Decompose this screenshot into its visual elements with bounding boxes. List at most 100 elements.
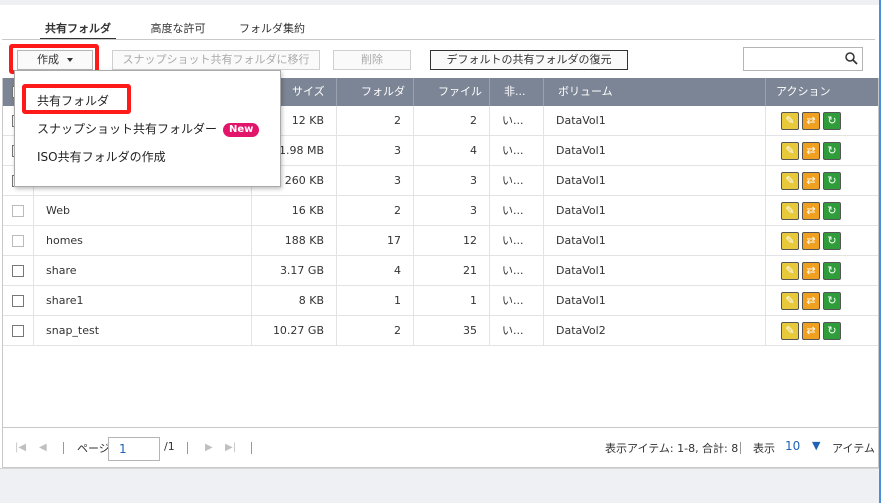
row-select-cell[interactable] (3, 316, 33, 346)
permission-icon[interactable]: ⇄ (802, 262, 820, 280)
row-actions: ✎ ⇄ ↻ (765, 316, 878, 346)
cell-volume: DataVol1 (543, 136, 765, 166)
show-label: 表示 (753, 442, 775, 455)
row-actions: ✎ ⇄ ↻ (765, 106, 878, 136)
cell-hidden: い... (489, 106, 543, 136)
row-checkbox[interactable] (12, 265, 24, 277)
refresh-icon[interactable]: ↻ (823, 262, 841, 280)
cell-folders: 2 (336, 316, 413, 346)
pager-separator (251, 442, 252, 454)
edit-icon[interactable]: ✎ (781, 292, 799, 310)
cell-files: 21 (413, 256, 489, 286)
table-row[interactable]: homes 188 KB 17 12 い... DataVol1 ✎ ⇄ ↻ (3, 226, 878, 256)
row-checkbox[interactable] (12, 205, 24, 217)
edit-icon[interactable]: ✎ (781, 232, 799, 250)
cell-folders: 2 (336, 106, 413, 136)
menu-item-snapshot-shared-folder[interactable]: スナップショット共有フォルダー New (15, 115, 280, 143)
first-page-icon[interactable]: |◀ (15, 442, 26, 453)
row-actions: ✎ ⇄ ↻ (765, 196, 878, 226)
items-info: 表示アイテム: 1-8, 合計: 8 (605, 442, 739, 455)
cell-files: 2 (413, 106, 489, 136)
table-row[interactable]: share 3.17 GB 4 21 い... DataVol1 ✎ ⇄ ↻ (3, 256, 878, 286)
prev-page-icon[interactable]: ◀ (39, 442, 47, 453)
search-input[interactable] (743, 47, 863, 71)
cell-folders: 3 (336, 136, 413, 166)
items-label: アイテム (832, 442, 875, 455)
edit-icon[interactable]: ✎ (781, 142, 799, 160)
row-select-cell[interactable] (3, 286, 33, 316)
edit-icon[interactable]: ✎ (781, 202, 799, 220)
search-icon[interactable] (844, 51, 858, 65)
row-checkbox[interactable] (12, 295, 24, 307)
table-row[interactable]: Web 16 KB 2 3 い... DataVol1 ✎ ⇄ ↻ (3, 196, 878, 226)
menu-item-snapshot-label: スナップショット共有フォルダー (37, 122, 218, 136)
permission-icon[interactable]: ⇄ (802, 202, 820, 220)
cell-files: 3 (413, 196, 489, 226)
next-page-icon[interactable]: ▶ (205, 442, 213, 453)
header-volume[interactable]: ボリューム (543, 78, 765, 106)
cell-folders: 2 (336, 196, 413, 226)
last-page-icon[interactable]: ▶| (225, 442, 236, 453)
edit-icon[interactable]: ✎ (781, 322, 799, 340)
cell-volume: DataVol2 (543, 316, 765, 346)
row-select-cell[interactable] (3, 226, 33, 256)
menu-item-shared-folder[interactable]: 共有フォルダ (15, 87, 280, 115)
page-total: /1 (164, 440, 175, 453)
create-dropdown-menu: 共有フォルダ スナップショット共有フォルダー New ISO共有フォルダの作成 (14, 70, 281, 187)
per-page-dropdown-icon[interactable]: ▼ (812, 439, 820, 452)
row-select-cell[interactable] (3, 196, 33, 226)
row-actions: ✎ ⇄ ↻ (765, 166, 878, 196)
refresh-icon[interactable]: ↻ (823, 292, 841, 310)
migrate-snapshot-button[interactable]: スナップショット共有フォルダに移行 (112, 50, 320, 70)
table-row[interactable]: share1 8 KB 1 1 い... DataVol1 ✎ ⇄ ↻ (3, 286, 878, 316)
header-hidden[interactable]: 非... (489, 78, 543, 106)
per-page-select[interactable]: 10 (785, 439, 800, 453)
cell-size: 188 KB (251, 226, 336, 256)
refresh-icon[interactable]: ↻ (823, 142, 841, 160)
cell-files: 35 (413, 316, 489, 346)
refresh-icon[interactable]: ↻ (823, 322, 841, 340)
cell-size: 10.27 GB (251, 316, 336, 346)
page-number-input[interactable]: 1 (108, 437, 160, 461)
permission-icon[interactable]: ⇄ (802, 142, 820, 160)
header-files[interactable]: ファイル (413, 78, 489, 106)
cell-volume: DataVol1 (543, 226, 765, 256)
new-badge: New (223, 122, 260, 137)
cell-files: 1 (413, 286, 489, 316)
permission-icon[interactable]: ⇄ (802, 172, 820, 190)
row-select-cell[interactable] (3, 256, 33, 286)
permission-icon[interactable]: ⇄ (802, 112, 820, 130)
tab-folder-aggregation[interactable]: フォルダ集約 (232, 20, 312, 40)
row-checkbox[interactable] (12, 325, 24, 337)
table-row[interactable]: snap_test 10.27 GB 2 35 い... DataVol2 ✎ ⇄ ↻ (3, 316, 878, 346)
menu-item-iso-shared-folder[interactable]: ISO共有フォルダの作成 (15, 143, 280, 171)
pager-separator (187, 442, 188, 454)
edit-icon[interactable]: ✎ (781, 172, 799, 190)
create-button[interactable]: 作成 (17, 50, 93, 70)
cell-volume: DataVol1 (543, 106, 765, 136)
edit-icon[interactable]: ✎ (781, 262, 799, 280)
pager-separator (740, 442, 741, 454)
delete-button[interactable]: 削除 (333, 50, 411, 70)
row-actions: ✎ ⇄ ↻ (765, 136, 878, 166)
cell-size: 8 KB (251, 286, 336, 316)
tab-advanced-permissions[interactable]: 高度な許可 (143, 20, 213, 40)
refresh-icon[interactable]: ↻ (823, 112, 841, 130)
tab-shared-folders[interactable]: 共有フォルダ (40, 20, 116, 40)
cell-folders: 3 (336, 166, 413, 196)
restore-default-button[interactable]: デフォルトの共有フォルダの復元 (430, 50, 628, 70)
refresh-icon[interactable]: ↻ (823, 202, 841, 220)
cell-folders: 1 (336, 286, 413, 316)
permission-icon[interactable]: ⇄ (802, 232, 820, 250)
refresh-icon[interactable]: ↻ (823, 232, 841, 250)
pager-separator (63, 442, 64, 454)
permission-icon[interactable]: ⇄ (802, 322, 820, 340)
refresh-icon[interactable]: ↻ (823, 172, 841, 190)
permission-icon[interactable]: ⇄ (802, 292, 820, 310)
cell-name: Web (33, 196, 251, 226)
cell-folders: 17 (336, 226, 413, 256)
edit-icon[interactable]: ✎ (781, 112, 799, 130)
header-folders[interactable]: フォルダ (336, 78, 413, 106)
cell-hidden: い... (489, 226, 543, 256)
row-checkbox[interactable] (12, 235, 24, 247)
